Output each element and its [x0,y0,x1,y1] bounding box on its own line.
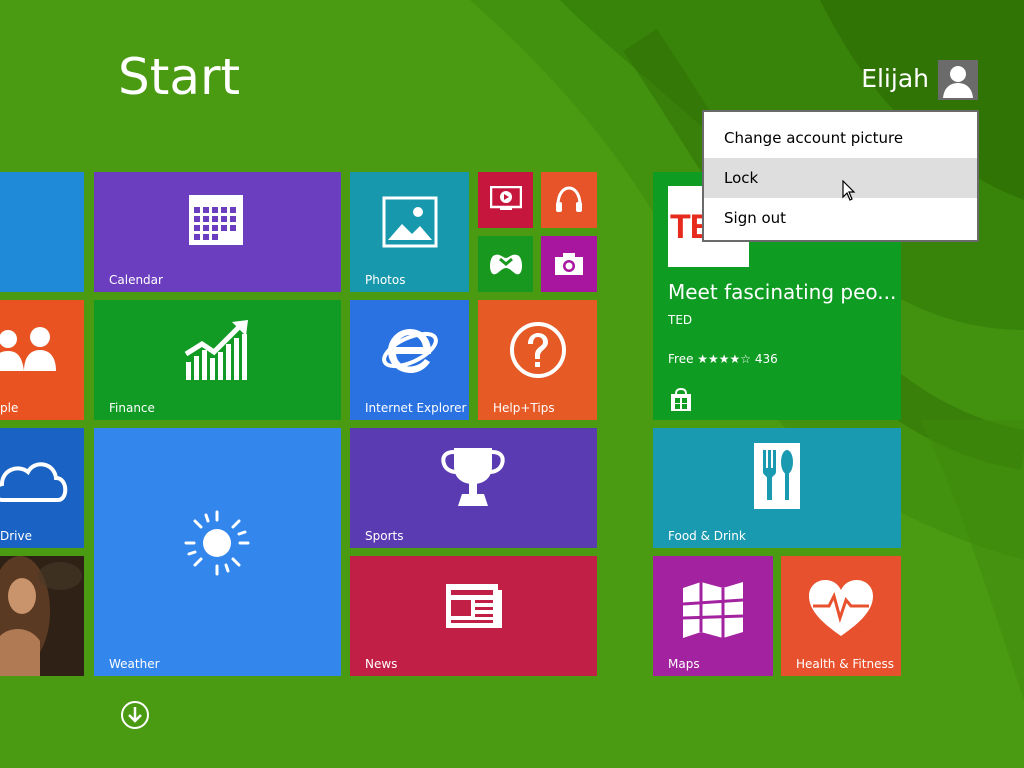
tile-label: Weather [109,657,160,671]
video-icon [490,186,522,210]
tile-help-tips[interactable]: Help+Tips [478,300,597,420]
avatar[interactable] [938,60,978,100]
calendar-icon [189,195,243,245]
tile-label: Maps [668,657,700,671]
tile-music[interactable] [541,172,597,228]
tile-label: Finance [109,401,155,415]
help-question-icon [510,322,566,378]
photos-icon [382,196,438,248]
trophy-icon [441,448,505,506]
tile-video[interactable] [478,172,533,228]
tile-onedrive[interactable]: Drive [0,428,84,548]
news-icon [446,584,502,628]
finance-chart-icon [184,320,248,380]
tile-people[interactable]: ple [0,300,84,420]
tile-label: Drive [0,529,32,543]
person-photo-image [0,556,84,676]
store-headline: Meet fascinating peo... [668,280,897,304]
user-silhouette-icon [943,66,973,98]
tile-calendar[interactable]: Calendar [94,172,341,292]
tile-photos[interactable]: Photos [350,172,469,292]
tile-label: Food & Drink [668,529,746,543]
tile-sports[interactable]: Sports [350,428,597,548]
gamepad-icon [490,254,522,275]
arrow-down-circle-icon[interactable] [120,700,150,730]
user-name[interactable]: Elijah [861,64,929,93]
store-price-rating: Free ★★★★☆ 436 [668,352,778,366]
menu-item-change-picture[interactable]: Change account picture [704,118,977,158]
tile-label: Calendar [109,273,163,287]
account-menu: Change account picture Lock Sign out [702,110,979,242]
tile-health-fitness[interactable]: Health & Fitness [781,556,901,676]
mouse-cursor-icon [842,180,856,201]
tile-label: Help+Tips [493,401,555,415]
tile-label: News [365,657,398,671]
tile-news[interactable]: News [350,556,597,676]
tile-camera[interactable] [541,236,597,292]
tile-games[interactable] [478,236,533,292]
tile-label: Photos [365,273,406,287]
heart-pulse-icon [809,580,873,636]
menu-item-lock[interactable]: Lock [704,158,977,198]
cutlery-icon [754,443,800,509]
tile-maps[interactable]: Maps [653,556,773,676]
menu-item-sign-out[interactable]: Sign out [704,198,977,238]
tile-internet-explorer[interactable]: Internet Explorer [350,300,469,420]
tile-finance[interactable]: Finance [94,300,341,420]
people-icon [0,327,56,371]
tile-weather[interactable]: Weather [94,428,341,676]
tile-partial-blue[interactable] [0,172,84,292]
map-icon [682,582,744,638]
tile-label: ple [0,401,19,415]
sun-icon [184,510,250,576]
store-publisher: TED [668,313,693,327]
tile-photo-person[interactable] [0,556,84,676]
tile-food-drink[interactable]: Food & Drink [653,428,901,548]
tile-label: Sports [365,529,404,543]
camera-icon [555,253,583,275]
headphones-icon [556,186,582,212]
page-title: Start [118,48,241,106]
tile-label: Internet Explorer [365,401,467,415]
cloud-icon [0,462,68,502]
internet-explorer-icon [382,329,438,373]
tile-label: Health & Fitness [796,657,894,671]
store-bag-icon [671,388,691,411]
